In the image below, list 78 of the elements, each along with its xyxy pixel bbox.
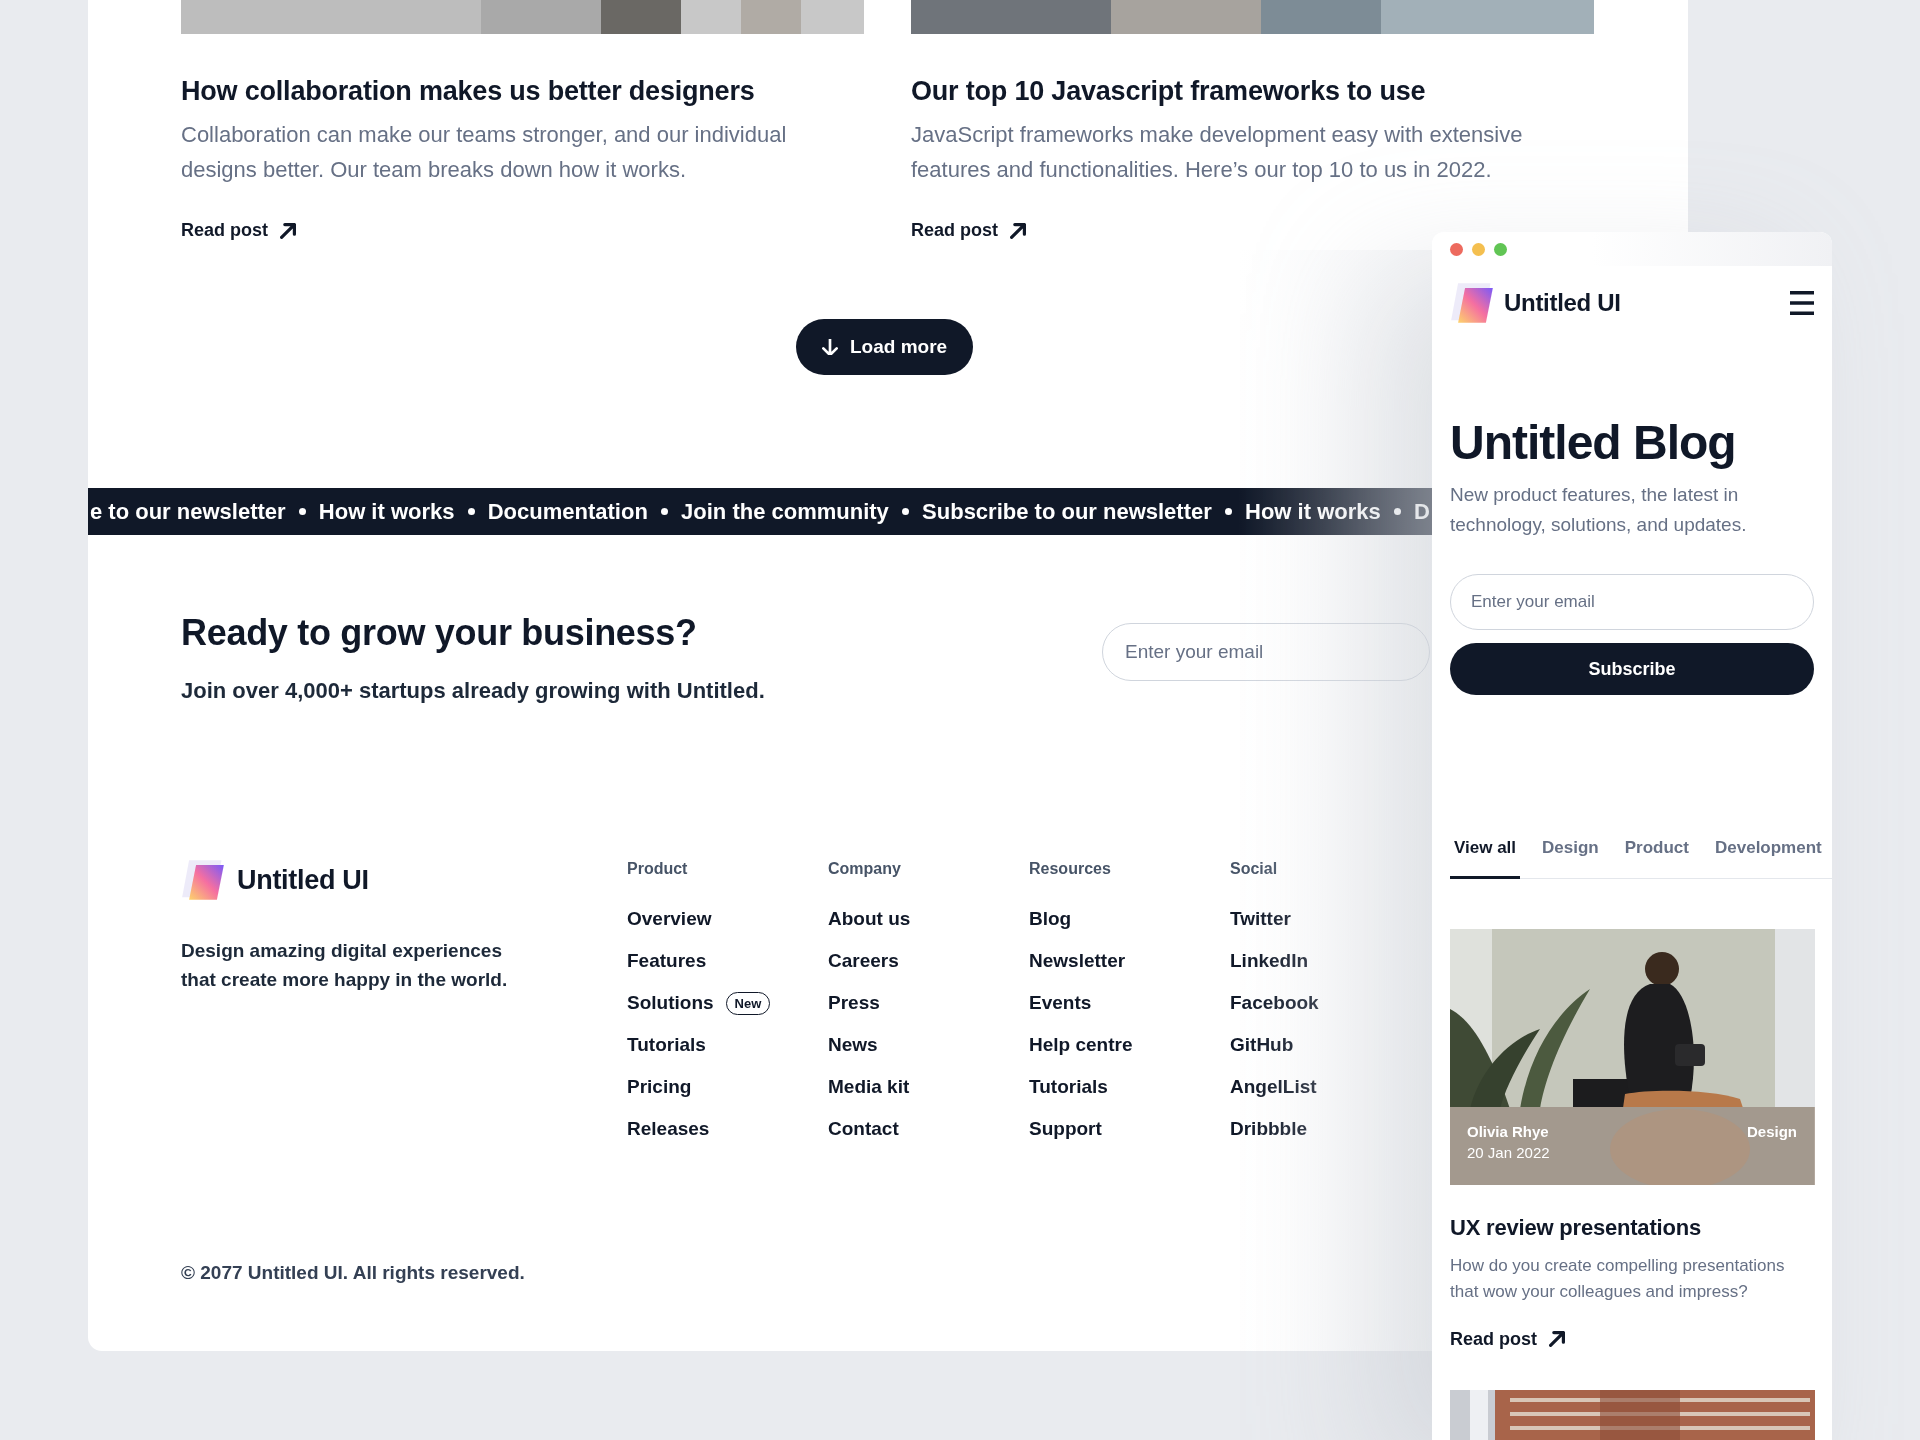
footer-column-heading: Company: [828, 860, 902, 878]
arrow-up-right-icon: [280, 222, 296, 239]
logo-icon: [181, 858, 225, 902]
blog-title: Untitled Blog: [1450, 415, 1737, 470]
read-post-link[interactable]: Read post: [1450, 1328, 1814, 1350]
category-tab[interactable]: Design: [1538, 838, 1603, 879]
cta-heading: Ready to grow your business?: [181, 612, 698, 654]
blog-description: New product features, the latest in technology, solutions, and updates.: [1450, 483, 1748, 537]
footer-link[interactable]: Features: [627, 950, 707, 972]
load-more-button[interactable]: Load more: [796, 319, 974, 375]
subscribe-button[interactable]: Subscribe: [1450, 643, 1814, 695]
bullet-dot: [467, 508, 475, 515]
author-name: Olivia Rhye: [1467, 1122, 1550, 1140]
cta-subtext: Join over 4,000+ startups already growing with Untitled.: [181, 678, 766, 704]
footer-link[interactable]: Blog: [1029, 908, 1072, 930]
bullet-dot: [1393, 508, 1401, 515]
footer-link[interactable]: Press: [828, 992, 880, 1014]
arrow-down-icon: [822, 339, 838, 355]
post-title: Our top 10 Javascript frameworks to use: [911, 76, 1427, 107]
post-category: Design: [1747, 1122, 1797, 1142]
footer-link[interactable]: Solutions: [627, 992, 714, 1014]
footer-link[interactable]: Twitter: [1230, 908, 1291, 930]
bullet-dot: [298, 508, 306, 515]
footer-column-heading: Product: [627, 860, 689, 878]
bullet-dot: [1224, 508, 1232, 515]
ticker-link[interactable]: Join the community: [681, 498, 889, 525]
footer-link[interactable]: News: [828, 1034, 878, 1056]
footer-link[interactable]: Dribbble: [1230, 1118, 1308, 1140]
brand-name: Untitled UI: [1504, 289, 1621, 317]
footer-link[interactable]: Facebook: [1230, 992, 1319, 1014]
window-control-dot[interactable]: [1494, 242, 1507, 256]
ticker-link[interactable]: Documentation: [487, 498, 648, 525]
brand-tagline: Design amazing digital experiences that create more happy in the world.: [181, 939, 509, 992]
footer-link[interactable]: Support: [1029, 1118, 1102, 1140]
post-title: How collaboration makes us better designers: [181, 76, 756, 107]
ticker-link[interactable]: How it works: [1245, 498, 1381, 525]
copyright-text: © 2077 Untitled UI. All rights reserved.: [181, 1262, 525, 1284]
footer-link[interactable]: Contact: [828, 1118, 899, 1140]
window-control-dot[interactable]: [1450, 242, 1463, 256]
logo-icon: [1450, 281, 1494, 325]
footer-link[interactable]: Newsletter: [1029, 950, 1126, 972]
footer-link[interactable]: LinkedIn: [1230, 950, 1309, 972]
footer-link[interactable]: GitHub: [1230, 1034, 1294, 1056]
footer-link[interactable]: Events: [1029, 992, 1092, 1014]
arrow-up-right-icon: [1010, 222, 1026, 239]
read-post-link[interactable]: Read post: [911, 220, 1026, 241]
post-date: 20 Jan 2022: [1467, 1143, 1550, 1161]
post-description: JavaScript frameworks make development easy with extensive features and functionalities. Here’s our top 10 to us in 2022.: [911, 121, 1524, 184]
menu-icon: [1790, 291, 1814, 315]
bullet-dot: [901, 508, 909, 515]
footer-column-heading: Social: [1230, 860, 1279, 878]
category-tab[interactable]: Product: [1620, 838, 1693, 879]
footer-link[interactable]: Releases: [627, 1118, 710, 1140]
footer-link[interactable]: Tutorials: [1029, 1076, 1108, 1098]
footer-link[interactable]: Pricing: [627, 1076, 692, 1098]
category-tab[interactable]: Development: [1711, 838, 1826, 879]
footer-link[interactable]: Careers: [828, 950, 899, 972]
footer-column-heading: Resources: [1029, 860, 1112, 878]
read-post-link[interactable]: Read post: [181, 220, 296, 241]
post-description: How do you create compelling presentations that wow your colleagues and impress?: [1450, 1254, 1786, 1303]
ticker-link[interactable]: How it works: [318, 498, 455, 525]
post-description: Collaboration can make our teams stronger, and our individual designs better. Our team breaks down how it works.: [181, 121, 788, 184]
brand-name: Untitled UI: [237, 864, 369, 896]
footer-link[interactable]: Tutorials: [627, 1034, 706, 1056]
footer-link[interactable]: About us: [828, 908, 911, 930]
category-tab[interactable]: View all: [1450, 838, 1521, 879]
bullet-dot: [660, 508, 668, 515]
email-field[interactable]: Enter your email: [1450, 574, 1814, 630]
arrow-up-right-icon: [1549, 1331, 1565, 1347]
ticker-link[interactable]: e to our newsletter: [90, 498, 286, 525]
footer-link[interactable]: Help centre: [1029, 1034, 1133, 1056]
ticker-link[interactable]: Subscribe to our newsletter: [922, 498, 1212, 525]
footer-link[interactable]: Overview: [627, 908, 712, 930]
window-control-dot[interactable]: [1472, 242, 1485, 256]
footer-link[interactable]: Media kit: [828, 1076, 910, 1098]
post-title: UX review presentations: [1450, 1214, 1702, 1241]
footer-link[interactable]: AngelList: [1230, 1076, 1317, 1098]
email-field[interactable]: Enter your email: [1102, 623, 1430, 681]
